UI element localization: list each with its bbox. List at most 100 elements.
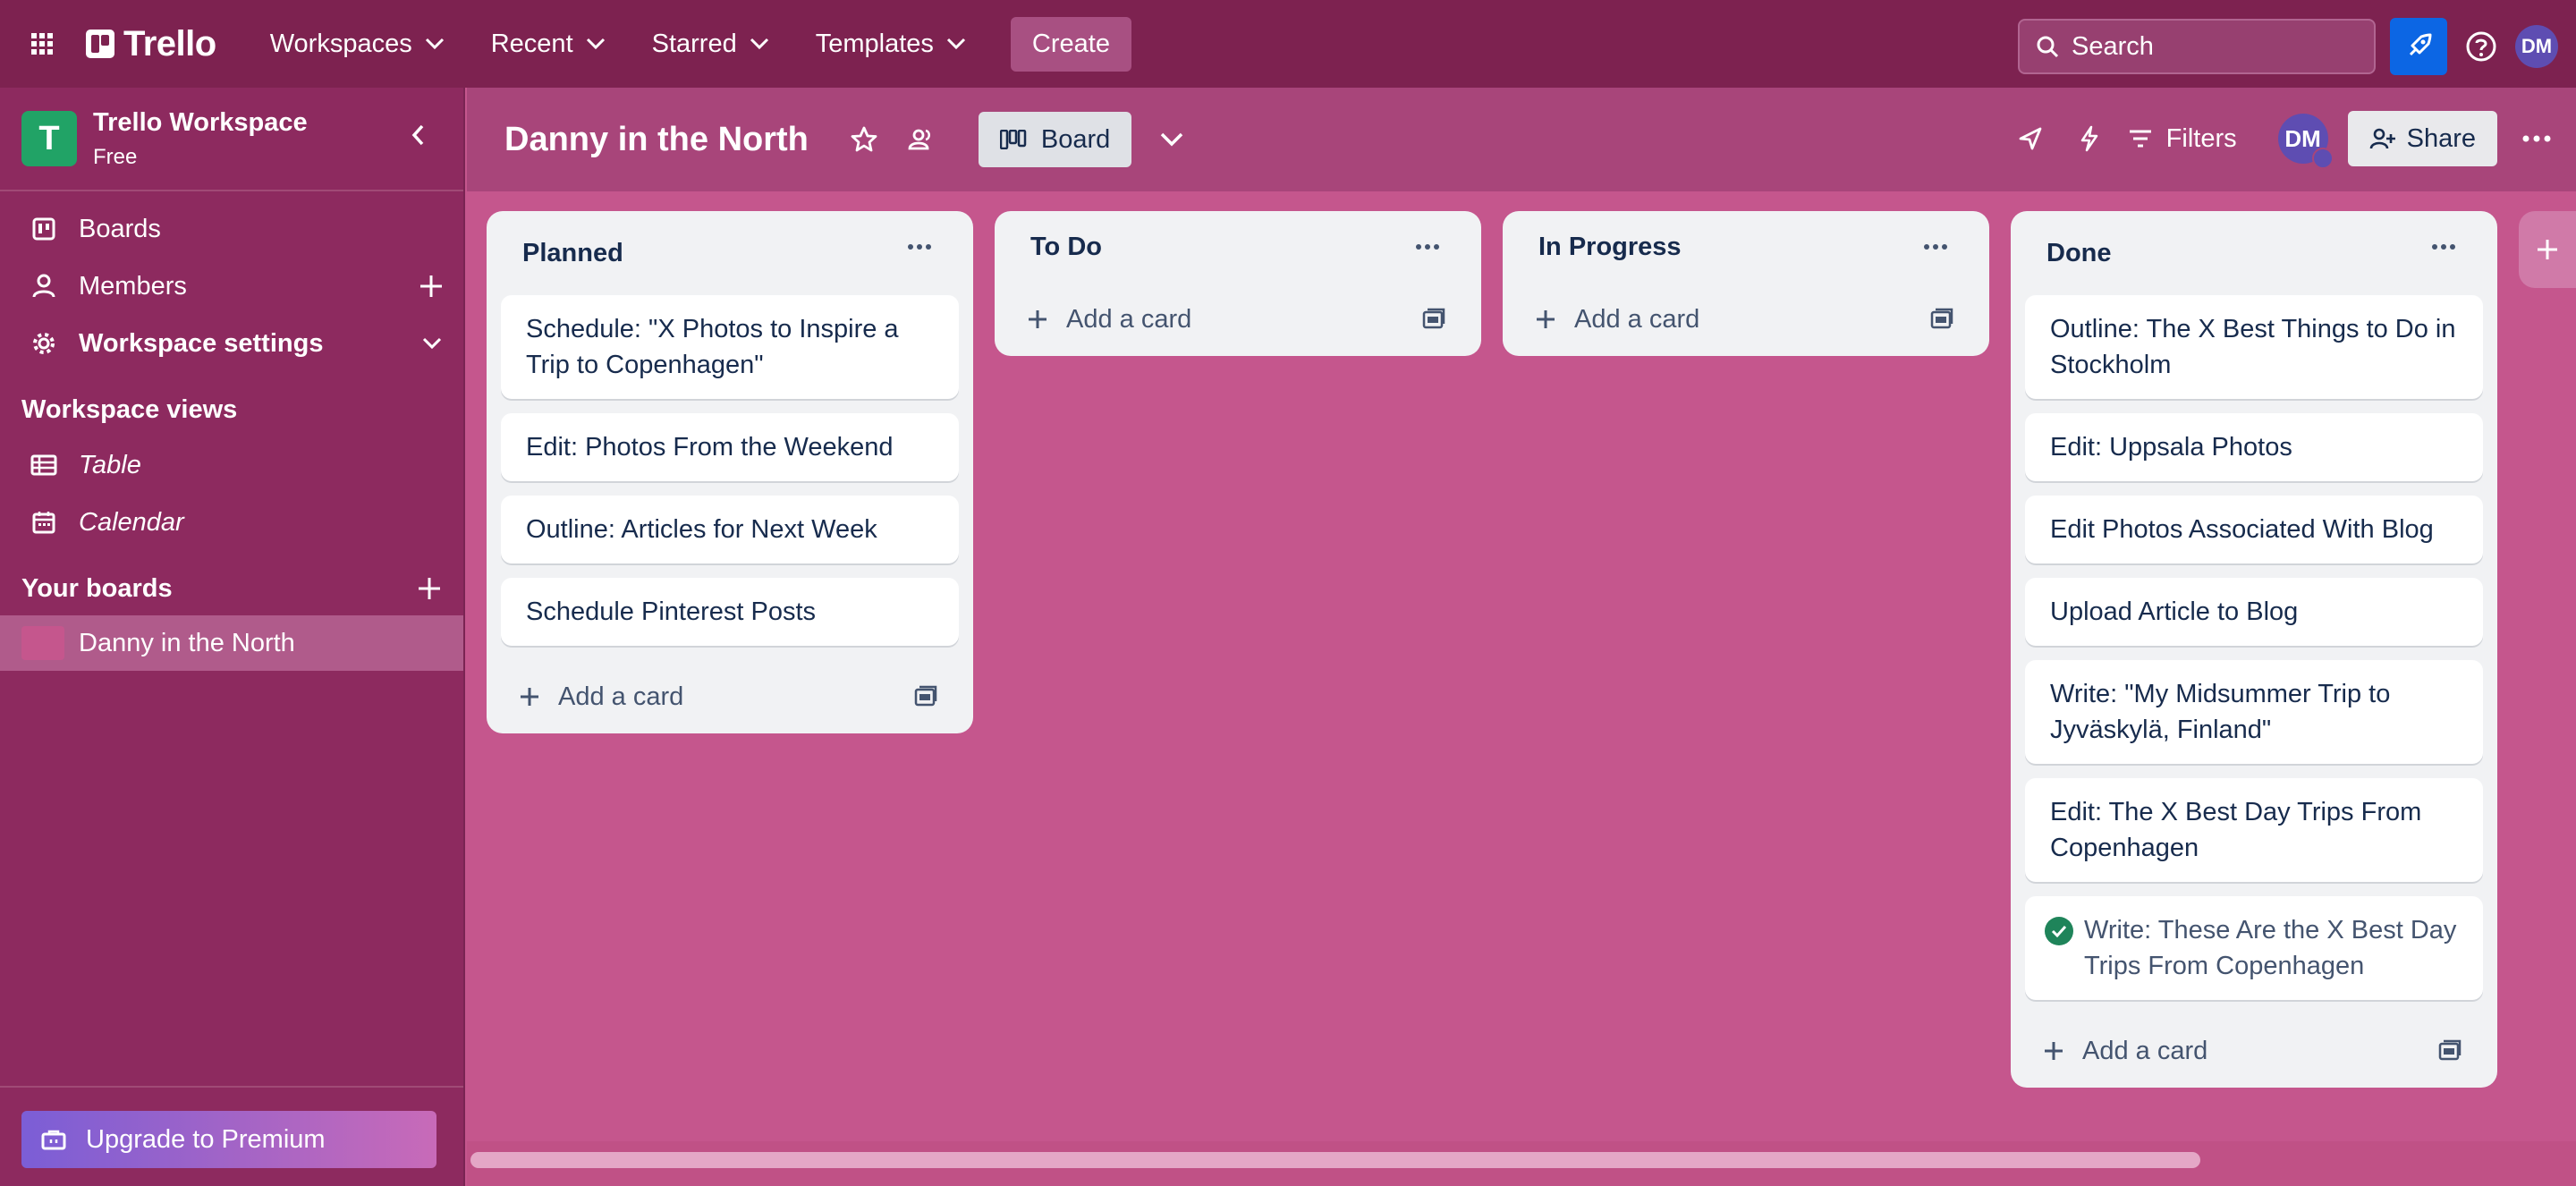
card[interactable]: Edit Photos Associated With Blog <box>2025 496 2483 563</box>
list-more-icon[interactable] <box>2431 243 2456 250</box>
sidebar-item-label: Table <box>79 451 141 480</box>
list-planned: Planned Schedule: "X Photos to Inspire a… <box>487 211 973 733</box>
add-card-button[interactable]: Add a card <box>501 660 959 733</box>
chevron-down-icon <box>946 38 966 50</box>
card[interactable]: Write: "My Midsummer Trip to Jyväskylä, … <box>2025 660 2483 764</box>
scrollbar-thumb[interactable] <box>470 1152 2200 1168</box>
board-view-label: Board <box>1041 125 1110 155</box>
add-board-icon[interactable] <box>417 576 442 601</box>
board-view-icon <box>1000 130 1027 149</box>
chevron-down-icon <box>750 38 769 50</box>
power-ups-rocket-icon[interactable] <box>2011 119 2050 158</box>
person-icon <box>30 274 57 299</box>
recent-menu[interactable]: Recent <box>491 30 606 59</box>
trello-mark-icon <box>86 30 114 58</box>
filters-button[interactable]: Filters <box>2129 124 2237 154</box>
workspace-header: T Trello Workspace Free <box>0 88 463 191</box>
view-switcher-chevron-icon[interactable] <box>1146 114 1198 165</box>
card[interactable]: Outline: Articles for Next Week <box>501 496 959 563</box>
list-more-icon[interactable] <box>1923 243 1948 250</box>
list-more-icon[interactable] <box>1415 243 1440 250</box>
workspace-logo: T <box>21 111 77 166</box>
star-icon[interactable] <box>844 120 884 159</box>
search-input[interactable]: Search <box>2018 19 2376 74</box>
top-navigation-bar: Trello Workspaces Recent Starred Templat… <box>0 0 2576 88</box>
sidebar-item-table[interactable]: Table <box>0 436 463 494</box>
sidebar-item-members[interactable]: Members <box>0 258 463 315</box>
list-done: Done Outline: The X Best Things to Do in… <box>2011 211 2497 1088</box>
automation-lightning-icon[interactable] <box>2070 119 2109 158</box>
app-switcher-icon[interactable] <box>21 23 63 64</box>
gear-icon <box>30 332 57 355</box>
plus-icon <box>2043 1040 2064 1062</box>
card[interactable]: Outline: The X Best Things to Do in Stoc… <box>2025 295 2483 399</box>
board-title[interactable]: Danny in the North <box>504 121 809 159</box>
sidebar-item-workspace-settings[interactable]: Workspace settings <box>0 315 463 372</box>
list-header[interactable]: Planned <box>501 211 959 295</box>
help-icon[interactable] <box>2462 27 2501 66</box>
board-member-avatar[interactable]: DM <box>2278 114 2328 164</box>
notifications-rocket-button[interactable] <box>2390 18 2447 75</box>
trello-logo[interactable]: Trello <box>86 24 216 64</box>
recent-menu-label: Recent <box>491 30 573 59</box>
sidebar-board-danny-in-the-north[interactable]: Danny in the North <box>0 615 463 671</box>
calendar-icon <box>30 511 57 534</box>
plus-icon <box>1535 309 1556 330</box>
list-header[interactable]: To Do <box>1009 211 1467 283</box>
card[interactable]: Edit: Uppsala Photos <box>2025 413 2483 481</box>
filter-icon <box>2129 129 2152 148</box>
share-button[interactable]: Share <box>2348 111 2497 166</box>
app-name: Trello <box>123 24 216 64</box>
board-header: Danny in the North Board Filters DM Shar… <box>467 88 2576 191</box>
card-template-icon[interactable] <box>1930 308 1953 329</box>
sidebar-item-label: Calendar <box>79 508 184 538</box>
add-card-label: Add a card <box>558 682 683 712</box>
add-card-button[interactable]: Add a card <box>2025 1014 2483 1088</box>
board-menu-more-icon[interactable] <box>2517 119 2556 158</box>
workspaces-menu[interactable]: Workspaces <box>270 30 445 59</box>
chevron-down-icon <box>586 38 606 50</box>
templates-menu[interactable]: Templates <box>816 30 966 59</box>
card[interactable]: Edit: The X Best Day Trips From Copenhag… <box>2025 778 2483 882</box>
upgrade-to-premium-button[interactable]: Upgrade to Premium <box>21 1111 436 1168</box>
card[interactable]: Schedule: "X Photos to Inspire a Trip to… <box>501 295 959 399</box>
list-header[interactable]: Done <box>2025 211 2483 295</box>
user-avatar[interactable]: DM <box>2515 25 2558 68</box>
card-template-icon[interactable] <box>1422 308 1445 329</box>
starred-menu[interactable]: Starred <box>652 30 769 59</box>
card[interactable]: Schedule Pinterest Posts <box>501 578 959 646</box>
sidebar-item-calendar[interactable]: Calendar <box>0 494 463 551</box>
card-completed[interactable]: Write: These Are the X Best Day Trips Fr… <box>2025 896 2483 1000</box>
add-member-icon[interactable] <box>419 274 444 299</box>
card-text: Write: These Are the X Best Day Trips Fr… <box>2084 912 2458 984</box>
board-view-button[interactable]: Board <box>979 112 1131 167</box>
list-title: In Progress <box>1538 233 1682 262</box>
add-card-label: Add a card <box>2082 1037 2207 1066</box>
card-template-icon[interactable] <box>2438 1039 2462 1061</box>
completed-check-icon[interactable] <box>2045 917 2073 945</box>
create-button[interactable]: Create <box>1011 17 1131 72</box>
card-template-icon[interactable] <box>914 685 937 707</box>
add-card-button[interactable]: Add a card <box>1517 283 1975 356</box>
chevron-down-icon[interactable] <box>420 331 444 354</box>
sidebar-item-boards[interactable]: Boards <box>0 200 463 258</box>
search-icon <box>2036 35 2059 58</box>
board-icon <box>30 217 57 241</box>
add-card-button[interactable]: Add a card <box>1009 283 1467 356</box>
filters-label: Filters <box>2166 124 2237 154</box>
add-list-button[interactable] <box>2519 211 2576 288</box>
add-person-icon <box>2369 127 2396 150</box>
list-in-progress: In Progress Add a card <box>1503 211 1989 356</box>
list-header[interactable]: In Progress <box>1517 211 1975 283</box>
add-card-label: Add a card <box>1574 305 1699 335</box>
search-placeholder: Search <box>2072 32 2154 62</box>
list-more-icon[interactable] <box>907 243 932 250</box>
workspace-plan: Free <box>93 145 308 170</box>
workspace-sidebar: T Trello Workspace Free Boards Members W… <box>0 88 465 1186</box>
chevron-down-icon <box>425 38 445 50</box>
card[interactable]: Edit: Photos From the Weekend <box>501 413 959 481</box>
card[interactable]: Upload Article to Blog <box>2025 578 2483 646</box>
collapse-sidebar-icon[interactable] <box>410 123 428 147</box>
sidebar-board-label: Danny in the North <box>79 629 295 658</box>
visibility-people-icon[interactable] <box>902 120 941 159</box>
